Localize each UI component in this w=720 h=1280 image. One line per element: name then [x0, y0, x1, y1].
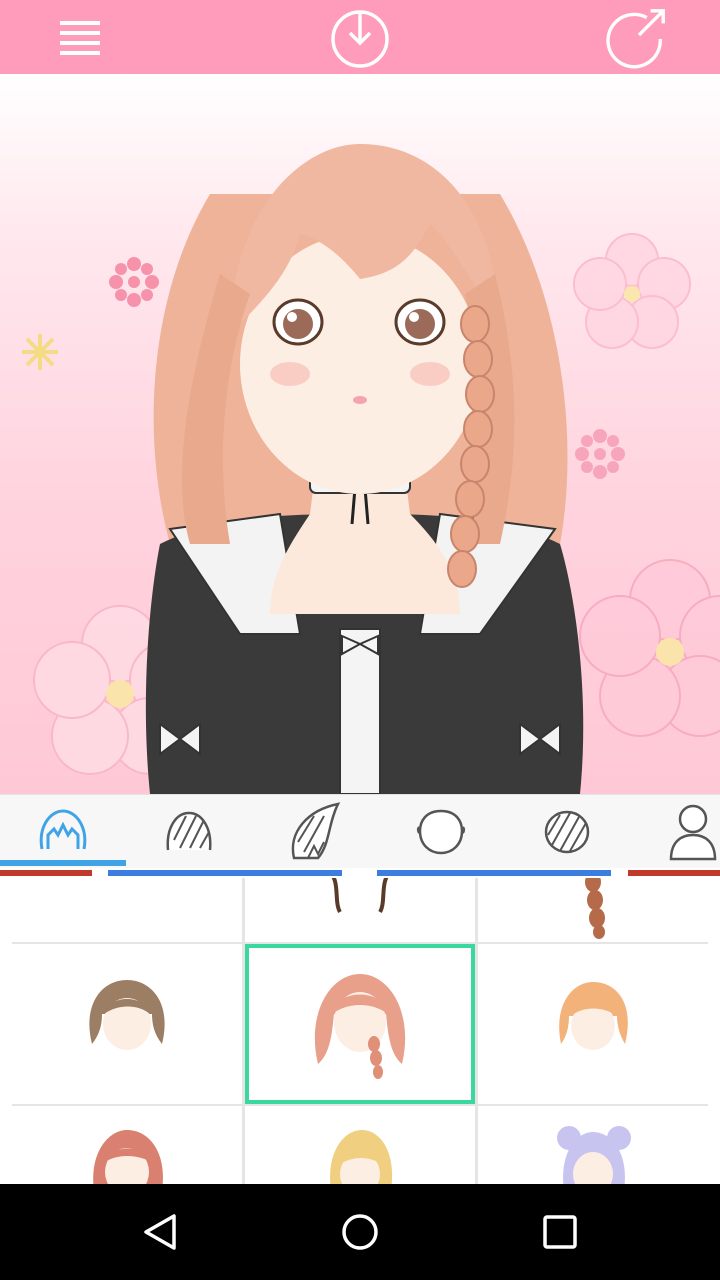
- share-arrow-circle-icon: [606, 9, 665, 69]
- share-button[interactable]: [606, 5, 670, 69]
- tab-hair-pattern[interactable]: [504, 795, 630, 869]
- tab-back-hair[interactable]: [126, 795, 252, 869]
- hairstyle-grid: [12, 878, 708, 1184]
- hairstyle-preview: [331, 878, 389, 914]
- back-hair-icon: [166, 811, 212, 851]
- tab-side-hair[interactable]: [252, 795, 378, 869]
- hairstyle-preview: [93, 1130, 163, 1184]
- strip-segment: [628, 870, 720, 876]
- active-tab-indicator: [0, 860, 126, 866]
- hair-pattern-icon: [544, 810, 590, 854]
- download-circle-icon: [331, 10, 389, 68]
- hairstyle-preview: [314, 974, 406, 1079]
- tab-body[interactable]: [630, 795, 720, 869]
- side-hair-icon: [291, 802, 341, 860]
- hairstyle-thumbnail[interactable]: [12, 944, 242, 1104]
- hairstyle-preview: [330, 1130, 393, 1184]
- hamburger-menu-icon: [60, 21, 100, 55]
- avatar-maker-app: [0, 0, 720, 1280]
- character-preview: [0, 74, 720, 794]
- category-tab-bar: [0, 794, 720, 868]
- front-hair-icon: [39, 809, 87, 850]
- hairstyle-thumbnail[interactable]: [245, 878, 475, 942]
- hairstyle-thumbnail[interactable]: [12, 878, 242, 942]
- hairstyle-preview: [77, 878, 177, 942]
- hairstyle-thumbnail[interactable]: [478, 944, 708, 1104]
- recents-square-icon: [543, 1215, 577, 1249]
- tab-front-hair[interactable]: [0, 795, 126, 869]
- back-button[interactable]: [120, 1204, 200, 1260]
- home-circle-icon: [342, 1214, 378, 1250]
- top-toolbar: [0, 0, 720, 74]
- menu-button[interactable]: [48, 5, 112, 69]
- system-navigation-bar: [0, 1184, 720, 1280]
- recents-button[interactable]: [520, 1204, 600, 1260]
- hairstyle-preview: [89, 980, 165, 1050]
- hairstyle-preview: [559, 982, 628, 1050]
- body-silhouette-icon: [669, 804, 717, 861]
- back-triangle-icon: [144, 1214, 176, 1250]
- home-button[interactable]: [320, 1204, 400, 1260]
- hairstyle-thumbnail[interactable]: [478, 878, 708, 942]
- category-strip: [0, 868, 720, 878]
- hairstyle-preview: [557, 1126, 631, 1184]
- strip-segment: [377, 870, 611, 876]
- hairstyle-thumbnail[interactable]: [478, 1106, 708, 1184]
- hairstyle-thumbnail[interactable]: [12, 1106, 242, 1184]
- download-button[interactable]: [328, 5, 392, 69]
- hairstyle-preview: [585, 878, 605, 939]
- hairstyle-thumbnail-selected[interactable]: [245, 944, 475, 1104]
- strip-segment: [0, 870, 92, 876]
- hairstyle-thumbnail[interactable]: [245, 1106, 475, 1184]
- tab-face-shape[interactable]: [378, 795, 504, 869]
- character-illustration: [22, 144, 720, 794]
- strip-segment: [108, 870, 342, 876]
- face-shape-icon: [416, 809, 466, 855]
